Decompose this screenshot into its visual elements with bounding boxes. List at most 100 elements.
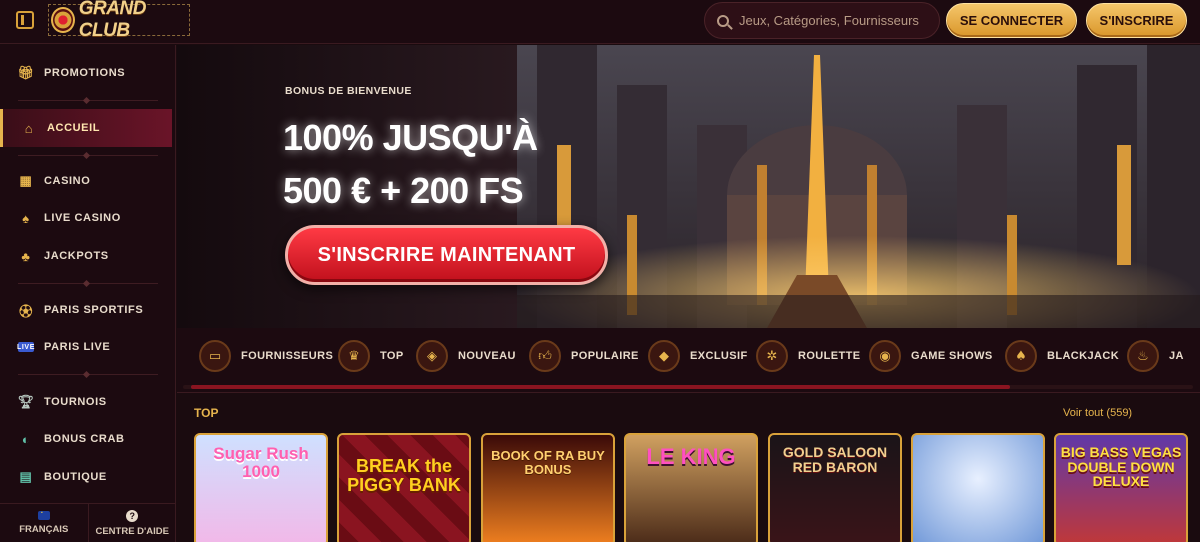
category-exclusif[interactable]: ◆ EXCLUSIF (648, 340, 748, 372)
section-title: TOP (194, 406, 219, 420)
help-center-button[interactable]: ? CENTRE D'AIDE (87, 504, 177, 542)
hero-title-line-1: 100% JUSQU'À (283, 117, 538, 158)
category-ja[interactable]: ♨ JA (1127, 340, 1184, 372)
hero-badge: BONUS DE BIENVENUE (285, 85, 412, 97)
game-card[interactable]: BOOK OF RA BUY BONUS (481, 433, 615, 542)
see-all-link[interactable]: Voir tout (559) (1063, 407, 1132, 419)
sidebar: 🎁︎ PROMOTIONS ⌂ ACCUEIL ▦ CASINO ♠ LIVE … (0, 45, 176, 542)
search-box[interactable] (704, 2, 940, 39)
game-card[interactable]: LE KING (624, 433, 758, 542)
shop-icon: ▤ (19, 469, 33, 484)
category-fournisseurs[interactable]: ▭ FOURNISSEURS (199, 340, 333, 372)
game-title: BIG BASS VEGAS DOUBLE DOWN DELUXE (1060, 444, 1182, 490)
hero-title-line-2: 500 € + 200 FS (283, 170, 524, 211)
trophy-icon: 🏆︎ (17, 394, 35, 409)
game-card[interactable] (911, 433, 1045, 542)
soccer-ball-icon: ⚽︎ (19, 303, 33, 319)
category-label: JA (1169, 350, 1184, 362)
category-nouveau[interactable]: ◈ NOUVEAU (416, 340, 516, 372)
game-card[interactable]: GOLD SALOON RED BARON (768, 433, 902, 542)
sidebar-item-label: ACCUEIL (47, 122, 101, 134)
help-label: CENTRE D'AIDE (95, 525, 169, 537)
gift-icon: 🎁︎ (17, 65, 35, 80)
home-icon: ⌂ (24, 120, 34, 136)
tag-icon: ◈ (416, 340, 448, 372)
hero-city-illustration (517, 45, 1200, 328)
game-card[interactable]: BIG BASS VEGAS DOUBLE DOWN DELUXE (1054, 433, 1188, 542)
sidebar-divider (18, 100, 158, 101)
category-label: ROULETTE (798, 350, 861, 362)
hero-banner[interactable]: BONUS DE BIENVENUE 100% JUSQU'À 500 € + … (177, 45, 1200, 328)
category-scrollbar[interactable] (191, 385, 1010, 389)
sidebar-item-accueil[interactable]: ⌂ ACCUEIL (0, 109, 172, 147)
search-input[interactable] (739, 13, 929, 28)
category-label: GAME SHOWS (911, 350, 993, 362)
sidebar-item-boutique[interactable]: ▤ BOUTIQUE (0, 459, 172, 495)
sidebar-item-live-casino[interactable]: ♠ LIVE CASINO (0, 200, 172, 236)
game-title: GOLD SALOON RED BARON (782, 444, 888, 475)
sidebar-item-jackpots[interactable]: ♣ JACKPOTS (0, 238, 172, 274)
live-icon: LIVE (17, 342, 35, 352)
diamond-icon: ◆ (648, 340, 680, 372)
clover-icon: ♣ (21, 248, 31, 264)
category-roulette[interactable]: ✲ ROULETTE (756, 340, 860, 372)
game-title: BOOK OF RA BUY BONUS (491, 448, 605, 477)
thumbs-up-icon: 👍︎ (529, 340, 561, 372)
sidebar-item-label: BONUS CRAB (44, 433, 125, 445)
sidebar-item-label: LIVE CASINO (44, 212, 121, 224)
category-blackjack[interactable]: ♠ BLACKJACK (1005, 340, 1119, 372)
sidebar-item-label: CASINO (44, 175, 91, 187)
sidebar-divider (18, 374, 158, 375)
sidebar-divider (18, 155, 158, 156)
sidebar-item-paris-live[interactable]: LIVE PARIS LIVE (0, 329, 172, 365)
crown-icon: ♛ (338, 340, 370, 372)
game-card[interactable]: Sugar Rush 1000 (194, 433, 328, 542)
category-top[interactable]: ♛ TOP (338, 340, 404, 372)
category-label: TOP (380, 350, 404, 362)
claw-icon: ◐ (21, 431, 31, 447)
logo-text: GRAND CLUB (78, 0, 147, 41)
sidebar-toggle-icon[interactable] (16, 11, 34, 29)
login-button[interactable]: SE CONNECTER (946, 3, 1077, 38)
category-bar: ▭ FOURNISSEURS ♛ TOP ◈ NOUVEAU 👍︎ POPULA… (177, 328, 1200, 393)
logo[interactable]: GRAND CLUB (48, 0, 190, 41)
sidebar-item-tournois[interactable]: 🏆︎ TOURNOIS (0, 384, 172, 420)
sidebar-item-label: JACKPOTS (44, 250, 109, 262)
register-button[interactable]: S'INSCRIRE (1086, 3, 1187, 38)
game-title: BREAK the PIGGY BANK (347, 456, 461, 495)
sidebar-item-label: BOUTIQUE (44, 471, 107, 483)
language-button[interactable]: FRANÇAIS (0, 504, 88, 542)
language-label: FRANÇAIS (19, 524, 69, 535)
game-show-icon: ◉ (869, 340, 901, 372)
help-icon: ? (126, 509, 139, 522)
flame-icon: ♨ (1127, 340, 1159, 372)
category-label: FOURNISSEURS (241, 350, 334, 362)
category-label: BLACKJACK (1047, 350, 1120, 362)
sidebar-item-promotions[interactable]: 🎁︎ PROMOTIONS (0, 55, 172, 91)
sidebar-item-label: PARIS LIVE (44, 341, 111, 353)
sidebar-item-label: TOURNOIS (44, 396, 107, 408)
sidebar-item-paris-sportifs[interactable]: ⚽︎ PARIS SPORTIFS (0, 292, 172, 328)
register-now-button[interactable]: S'INSCRIRE MAINTENANT (285, 225, 608, 285)
sidebar-item-bonus-crab[interactable]: ◐ BONUS CRAB (0, 421, 172, 457)
sidebar-footer: FRANÇAIS ? CENTRE D'AIDE (0, 503, 176, 542)
category-game-shows[interactable]: ◉ GAME SHOWS (869, 340, 993, 372)
game-card[interactable]: BREAK the PIGGY BANK (337, 433, 471, 542)
spade-icon: ♠ (1005, 340, 1037, 372)
search-icon (717, 14, 729, 27)
top-games-section: TOP Voir tout (559) Sugar Rush 1000 BREA… (177, 393, 1200, 542)
category-populaire[interactable]: 👍︎ POPULAIRE (529, 340, 639, 372)
logo-emblem-icon (51, 7, 75, 33)
top-header: GRAND CLUB SE CONNECTER S'INSCRIRE (0, 0, 1200, 44)
sidebar-divider (18, 283, 158, 284)
game-title: Sugar Rush 1000 (213, 444, 309, 481)
slot-machine-icon: ▦ (19, 173, 33, 188)
sidebar-item-label: PROMOTIONS (44, 67, 126, 79)
sidebar-item-label: PARIS SPORTIFS (44, 304, 144, 316)
hero-title: 100% JUSQU'À 500 € + 200 FS (283, 111, 538, 217)
game-title: LE KING (646, 444, 736, 469)
category-label: NOUVEAU (458, 350, 516, 362)
eu-flag-icon (37, 508, 50, 520)
category-label: POPULAIRE (571, 350, 639, 362)
sidebar-item-casino[interactable]: ▦ CASINO (0, 163, 172, 199)
